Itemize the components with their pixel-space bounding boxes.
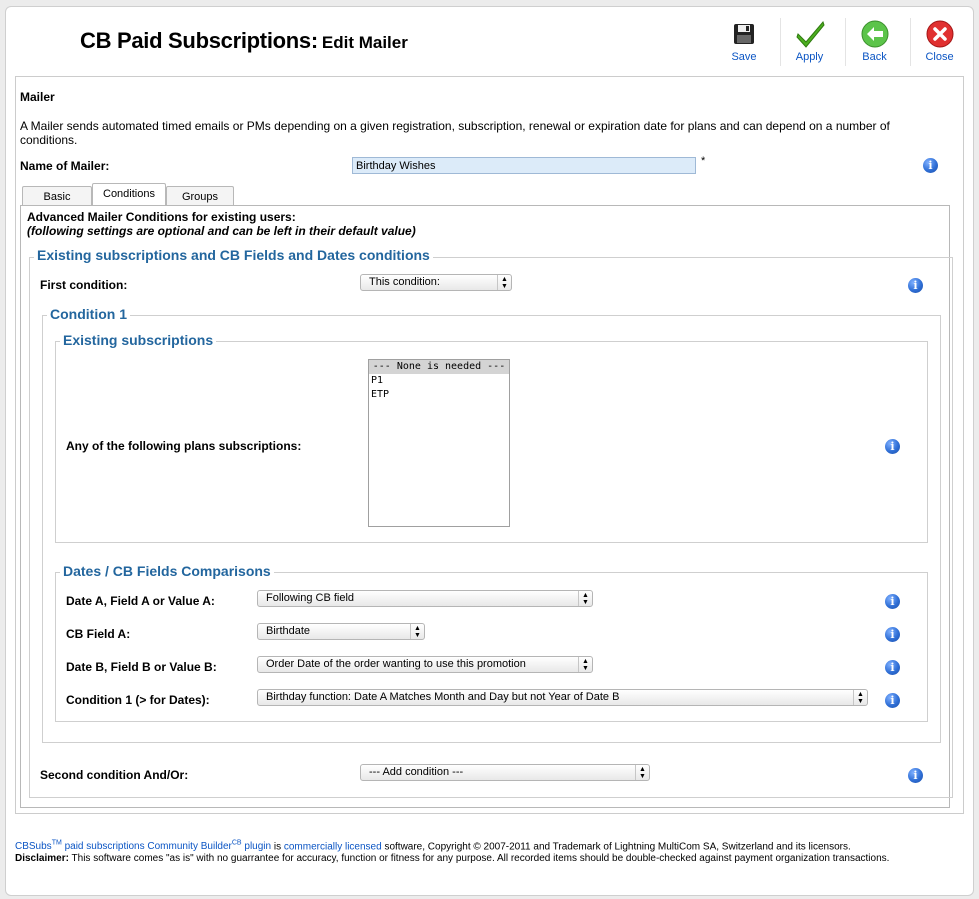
- back-label: Back: [862, 51, 887, 63]
- date-b-value: Order Date of the order wanting to use t…: [266, 658, 526, 670]
- comparisons-title: Dates / CB Fields Comparisons: [60, 563, 274, 579]
- floppy-disk-icon: [734, 24, 754, 44]
- date-a-select[interactable]: Following CB field ▲ ▼: [257, 590, 593, 607]
- page-title-sub: Edit Mailer: [321, 33, 408, 52]
- cbsubs-link[interactable]: CBSubsTM paid subscriptions Community Bu…: [15, 840, 271, 852]
- disclaimer-label: Disclaimer:: [15, 853, 69, 865]
- apply-button[interactable]: Apply: [780, 18, 838, 66]
- cb-field-a-value: Birthdate: [266, 625, 311, 637]
- plans-listbox[interactable]: --- None is needed --- P1 ETP: [368, 359, 510, 527]
- date-a-label: Date A, Field A or Value A:: [66, 594, 215, 608]
- info-icon[interactable]: i: [885, 439, 900, 454]
- condition1-compare-select[interactable]: Birthday function: Date A Matches Month …: [257, 689, 868, 706]
- tab-basic[interactable]: Basic: [22, 186, 92, 206]
- footer: CBSubsTM paid subscriptions Community Bu…: [15, 838, 965, 865]
- info-icon[interactable]: i: [908, 278, 923, 293]
- conditions-fieldset-title: Existing subscriptions and CB Fields and…: [34, 247, 433, 263]
- save-label: Save: [731, 51, 757, 63]
- licensed-link[interactable]: commercially licensed: [284, 841, 382, 852]
- tab-groups[interactable]: Groups: [166, 186, 234, 206]
- second-condition-value: --- Add condition ---: [369, 766, 464, 778]
- select-arrows-icon: ▲ ▼: [410, 624, 424, 639]
- info-icon[interactable]: i: [885, 660, 900, 675]
- plans-option[interactable]: ETP: [369, 388, 509, 402]
- cb-field-a-select[interactable]: Birthdate ▲ ▼: [257, 623, 425, 640]
- plans-label: Any of the following plans subscriptions…: [66, 439, 302, 453]
- footer-disclaimer: Disclaimer: This software comes "as is" …: [15, 853, 965, 865]
- info-icon[interactable]: i: [923, 158, 938, 173]
- second-condition-select[interactable]: --- Add condition --- ▲ ▼: [360, 764, 650, 781]
- date-b-label: Date B, Field B or Value B:: [66, 660, 217, 674]
- page-title: CB Paid Subscriptions: Edit Mailer: [80, 28, 408, 54]
- existing-subscriptions-title: Existing subscriptions: [60, 332, 217, 348]
- condition1-title: Condition 1: [47, 306, 130, 322]
- tab-conditions[interactable]: Conditions: [92, 183, 166, 205]
- mailer-heading: Mailer: [20, 90, 55, 104]
- mailer-name-input[interactable]: [352, 157, 696, 174]
- checkmark-icon: [795, 21, 825, 48]
- mailer-name-label: Name of Mailer:: [20, 159, 110, 173]
- plans-option[interactable]: P1: [369, 374, 509, 388]
- condition1-compare-value: Birthday function: Date A Matches Month …: [266, 691, 620, 703]
- select-arrows-icon: ▲ ▼: [578, 657, 592, 672]
- back-button[interactable]: Back: [845, 18, 903, 66]
- date-a-value: Following CB field: [266, 592, 355, 604]
- first-condition-select[interactable]: This condition: ▲ ▼: [360, 274, 512, 291]
- mailer-description: A Mailer sends automated timed emails or…: [20, 119, 890, 147]
- conditions-intro: Advanced Mailer Conditions for existing …: [27, 210, 296, 224]
- info-icon[interactable]: i: [885, 594, 900, 609]
- first-condition-label: First condition:: [40, 278, 128, 292]
- condition1-compare-label: Condition 1 (> for Dates):: [66, 693, 210, 707]
- date-b-select[interactable]: Order Date of the order wanting to use t…: [257, 656, 593, 673]
- page-title-main: CB Paid Subscriptions:: [80, 28, 318, 53]
- select-arrows-icon: ▲ ▼: [853, 690, 867, 705]
- select-arrows-icon: ▲ ▼: [497, 275, 511, 290]
- info-icon[interactable]: i: [885, 627, 900, 642]
- disclaimer-text: This software comes "as is" with no guar…: [68, 853, 890, 865]
- apply-label: Apply: [795, 51, 824, 63]
- footer-copyright: CBSubsTM paid subscriptions Community Bu…: [15, 838, 965, 853]
- first-condition-value: This condition:: [369, 276, 440, 288]
- select-arrows-icon: ▲ ▼: [635, 765, 649, 780]
- plans-option[interactable]: --- None is needed ---: [369, 360, 509, 374]
- save-button[interactable]: Save: [715, 18, 773, 66]
- close-icon: [926, 20, 953, 48]
- close-button[interactable]: Close: [910, 18, 968, 66]
- info-icon[interactable]: i: [885, 693, 900, 708]
- back-arrow-icon: [861, 20, 888, 48]
- conditions-note: (following settings are optional and can…: [27, 224, 416, 238]
- second-condition-label: Second condition And/Or:: [40, 768, 189, 782]
- required-mark: *: [701, 155, 706, 167]
- info-icon[interactable]: i: [908, 768, 923, 783]
- footer-rest-text: software, Copyright © 2007-2011 and Trad…: [381, 841, 851, 853]
- close-label: Close: [925, 51, 954, 63]
- footer-is-text: is: [271, 841, 284, 853]
- select-arrows-icon: ▲ ▼: [578, 591, 592, 606]
- cb-field-a-label: CB Field A:: [66, 627, 131, 641]
